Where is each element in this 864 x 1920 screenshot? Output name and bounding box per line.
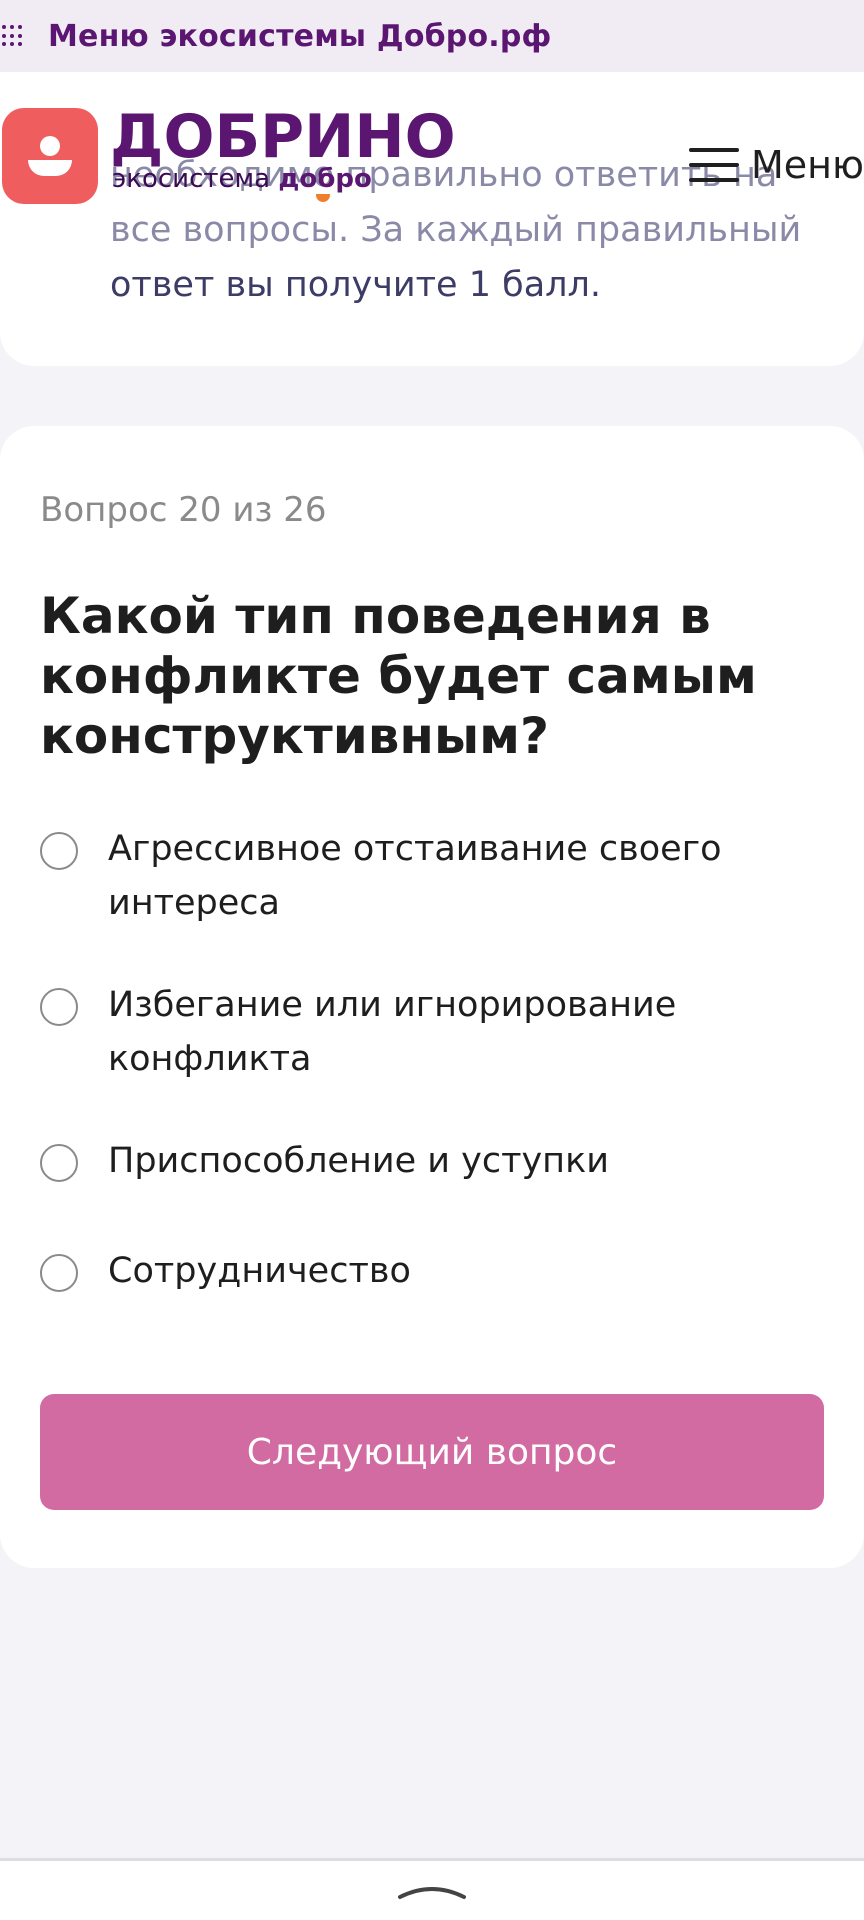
- browser-bottom-bar[interactable]: [0, 1858, 864, 1920]
- question-counter: Вопрос 20 из 26: [40, 490, 327, 530]
- radio-button[interactable]: [40, 1144, 78, 1182]
- menu-label: Меню: [751, 143, 864, 187]
- menu-button[interactable]: Меню: [689, 140, 864, 190]
- brand-subtitle: экосистема добро: [112, 164, 372, 202]
- radio-button[interactable]: [40, 1254, 78, 1292]
- chevron-up-icon[interactable]: [398, 1881, 466, 1901]
- answer-label: Избегание или игнорирование конфликта: [108, 985, 677, 1079]
- answer-option-1[interactable]: Агрессивное отстаивание своего интереса: [40, 822, 830, 930]
- answer-option-3[interactable]: Приспособление и уступки: [40, 1134, 830, 1188]
- answer-option-4[interactable]: Сотрудничество: [40, 1244, 830, 1298]
- intro-line: ответ вы получите 1 балл.: [110, 265, 602, 305]
- answer-label: Приспособление и уступки: [108, 1141, 609, 1181]
- ecosystem-menu-bar[interactable]: Меню экосистемы Добро.рф: [0, 0, 864, 72]
- brand-subtitle-plain: экосистема: [112, 164, 279, 194]
- answer-label: Сотрудничество: [108, 1251, 411, 1291]
- question-title: Какой тип поведения в конфликте будет са…: [40, 587, 757, 765]
- ecosystem-menu-title: Меню экосистемы Добро.рф: [48, 18, 552, 54]
- hamburger-icon: [689, 148, 739, 182]
- intro-line: все вопросы. За каждый правильный: [110, 210, 802, 250]
- dobrino-logo-icon[interactable]: [2, 108, 98, 204]
- answer-label: Агрессивное отстаивание своего интереса: [108, 829, 722, 923]
- brand-subtitle-bold: добро: [278, 164, 372, 202]
- site-header: ДОБРИНО экосистема добро Меню: [0, 102, 864, 208]
- answer-option-2[interactable]: Избегание или игнорирование конфликта: [40, 978, 830, 1086]
- brand-name[interactable]: ДОБРИНО: [110, 102, 456, 172]
- next-question-button[interactable]: Следующий вопрос: [40, 1394, 824, 1510]
- radio-button[interactable]: [40, 832, 78, 870]
- radio-button[interactable]: [40, 988, 78, 1026]
- question-card: Вопрос 20 из 26 Какой тип поведения в ко…: [0, 426, 864, 1568]
- grid-dots-icon: [2, 25, 24, 47]
